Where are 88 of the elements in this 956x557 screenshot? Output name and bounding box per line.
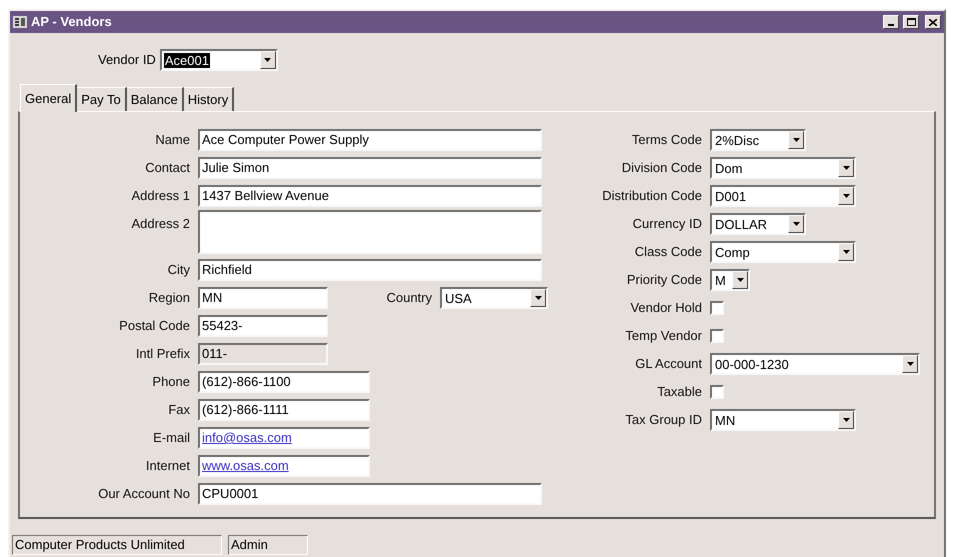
dropdown-button[interactable] (732, 271, 748, 289)
caret-icon (534, 296, 542, 300)
caret-icon (842, 418, 850, 422)
field-label: Address 1 (130, 187, 191, 206)
field-label: Region (148, 289, 191, 308)
field-label: Class Code (634, 243, 703, 262)
tab[interactable]: Balance (126, 87, 184, 111)
field-label: Name (154, 131, 191, 150)
dropdown-field[interactable]: DOLLAR (710, 213, 806, 235)
input-field[interactable]: (612)-866-1100 (198, 371, 370, 393)
close-button[interactable] (925, 15, 941, 29)
maximize-button[interactable] (903, 15, 919, 29)
field-label: City (166, 261, 191, 280)
field-label: Fax (167, 401, 191, 420)
input-field[interactable]: Ace Computer Power Supply (198, 129, 542, 151)
status-pane: Admin (228, 535, 308, 555)
field-label: Phone (151, 373, 191, 392)
dropdown-field[interactable]: MN (710, 409, 856, 431)
dropdown-button[interactable] (902, 355, 918, 373)
field-label: Country (385, 289, 433, 308)
caret-icon (906, 362, 914, 366)
field-label: Temp Vendor (624, 327, 703, 346)
close-icon (929, 18, 937, 26)
input-field[interactable] (198, 210, 542, 254)
field-label: GL Account (634, 355, 703, 374)
dropdown-field[interactable]: Comp (710, 241, 856, 263)
field-label: Currency ID (632, 215, 703, 234)
field-label: Vendor ID (98, 51, 156, 70)
checkbox[interactable] (710, 385, 724, 399)
caret-icon (792, 222, 800, 226)
dropdown-field[interactable]: D001 (710, 185, 856, 207)
caret-icon (792, 138, 800, 142)
field-label: Intl Prefix (134, 345, 191, 364)
field-label: Contact (144, 159, 191, 178)
field-label: Division Code (620, 159, 703, 178)
tab[interactable]: General (20, 84, 78, 112)
field-label: Postal Code (118, 317, 191, 336)
dropdown-button[interactable] (838, 159, 854, 177)
input-field[interactable]: info@osas.com (198, 427, 370, 449)
input-field[interactable]: 55423- (198, 315, 328, 337)
dropdown-field[interactable]: Dom (710, 157, 856, 179)
field-label: Terms Code (630, 131, 703, 150)
minimize-button[interactable] (883, 15, 899, 29)
read-only-field: 011- (198, 343, 328, 365)
caret-icon (842, 194, 850, 198)
app-icon (13, 16, 27, 28)
minimize-icon (888, 24, 894, 26)
input-field[interactable]: Julie Simon (198, 157, 542, 179)
caret-icon (842, 166, 850, 170)
field-label: Tax Group ID (624, 411, 703, 430)
dropdown-field[interactable]: M (710, 269, 750, 291)
dropdown-button[interactable] (530, 289, 546, 307)
tab[interactable]: History (184, 87, 234, 111)
dropdown-field[interactable]: 2%Disc (710, 129, 806, 151)
dropdown-button[interactable] (260, 51, 276, 69)
status-pane: Computer Products Unlimited (12, 535, 222, 555)
input-field[interactable]: Richfield (198, 259, 542, 281)
input-field[interactable]: www.osas.com (198, 455, 370, 477)
window-title: AP - Vendors (31, 13, 112, 32)
input-field[interactable]: CPU0001 (198, 483, 542, 505)
dropdown-field[interactable]: Ace001 (160, 49, 278, 71)
caret-icon (736, 278, 744, 282)
maximize-icon (906, 18, 916, 26)
field-label: Priority Code (626, 271, 703, 290)
field-label: E-mail (152, 429, 191, 448)
dropdown-button[interactable] (838, 243, 854, 261)
dropdown-button[interactable] (788, 131, 804, 149)
dropdown-field[interactable]: 00-000-1230 (710, 353, 920, 375)
checkbox[interactable] (710, 301, 724, 315)
tab[interactable]: Pay To (77, 87, 127, 111)
dropdown-button[interactable] (788, 215, 804, 233)
link[interactable]: www.osas.com (202, 457, 289, 475)
checkbox[interactable] (710, 329, 724, 343)
field-label: Vendor Hold (629, 299, 703, 318)
field-label: Internet (144, 457, 191, 476)
input-field[interactable]: (612)-866-1111 (198, 399, 370, 421)
dropdown-button[interactable] (838, 411, 854, 429)
field-label: Address 2 (130, 215, 191, 233)
input-field[interactable]: 1437 Bellview Avenue (198, 185, 542, 207)
field-label: Taxable (656, 383, 703, 402)
dropdown-button[interactable] (838, 187, 854, 205)
link[interactable]: info@osas.com (202, 429, 292, 447)
dropdown-field[interactable]: USA (440, 287, 548, 309)
caret-icon (842, 250, 850, 254)
field-label: Distribution Code (601, 187, 703, 206)
field-label: Our Account No (97, 485, 191, 504)
caret-icon (264, 58, 272, 62)
input-field[interactable]: MN (198, 287, 328, 309)
